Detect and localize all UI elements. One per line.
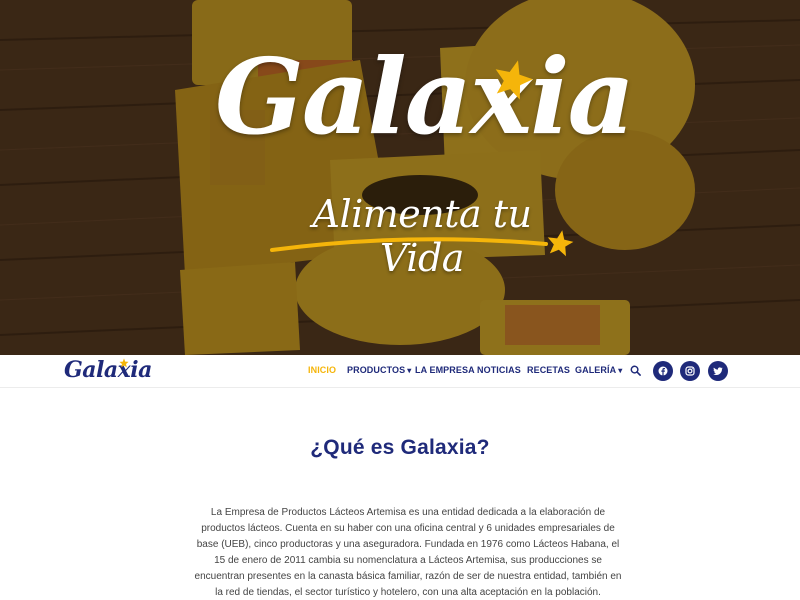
nav-logo[interactable]: Galaxia (64, 357, 152, 383)
instagram-icon (685, 366, 695, 376)
chevron-down-icon: ▾ (407, 366, 412, 375)
main-navbar: Galaxia INICIO PRODUCTOS ▾ LA EMPRESA NOT… (0, 355, 800, 388)
hero-banner: Galaxia Alimenta tu Vida (0, 0, 800, 355)
nav-item-label: NOTICIAS (477, 365, 521, 375)
section-title: ¿Qué es Galaxia? (310, 436, 490, 459)
nav-item-productos[interactable]: PRODUCTOS ▾ (347, 365, 411, 375)
nav-item-label: GALERÍA (575, 365, 617, 375)
nav-item-la-empresa[interactable]: LA EMPRESA (415, 365, 475, 375)
logo-star-icon (119, 358, 129, 368)
twitter-button[interactable] (708, 361, 728, 381)
nav-item-label: RECETAS (527, 365, 571, 375)
swoosh-star-icon (270, 230, 574, 257)
facebook-button[interactable] (653, 361, 673, 381)
nav-item-galeria[interactable]: GALERÍA ▾ (575, 365, 622, 375)
nav-item-label: PRODUCTOS (347, 365, 406, 375)
nav-item-inicio[interactable]: INICIO (308, 365, 336, 375)
facebook-icon (658, 366, 668, 376)
nav-item-recetas[interactable]: RECETAS (527, 365, 570, 375)
hero-logo: Galaxia (215, 35, 635, 158)
chevron-down-icon: ▾ (618, 366, 623, 375)
search-icon[interactable] (630, 365, 641, 376)
nav-item-noticias[interactable]: NOTICIAS (477, 365, 521, 375)
twitter-icon (713, 367, 723, 375)
nav-item-label: LA EMPRESA (415, 365, 475, 375)
nav-item-label: INICIO (308, 365, 337, 375)
instagram-button[interactable] (680, 361, 700, 381)
star-icon (495, 60, 533, 100)
about-paragraph: La Empresa de Productos Lácteos Artemisa… (194, 507, 622, 598)
